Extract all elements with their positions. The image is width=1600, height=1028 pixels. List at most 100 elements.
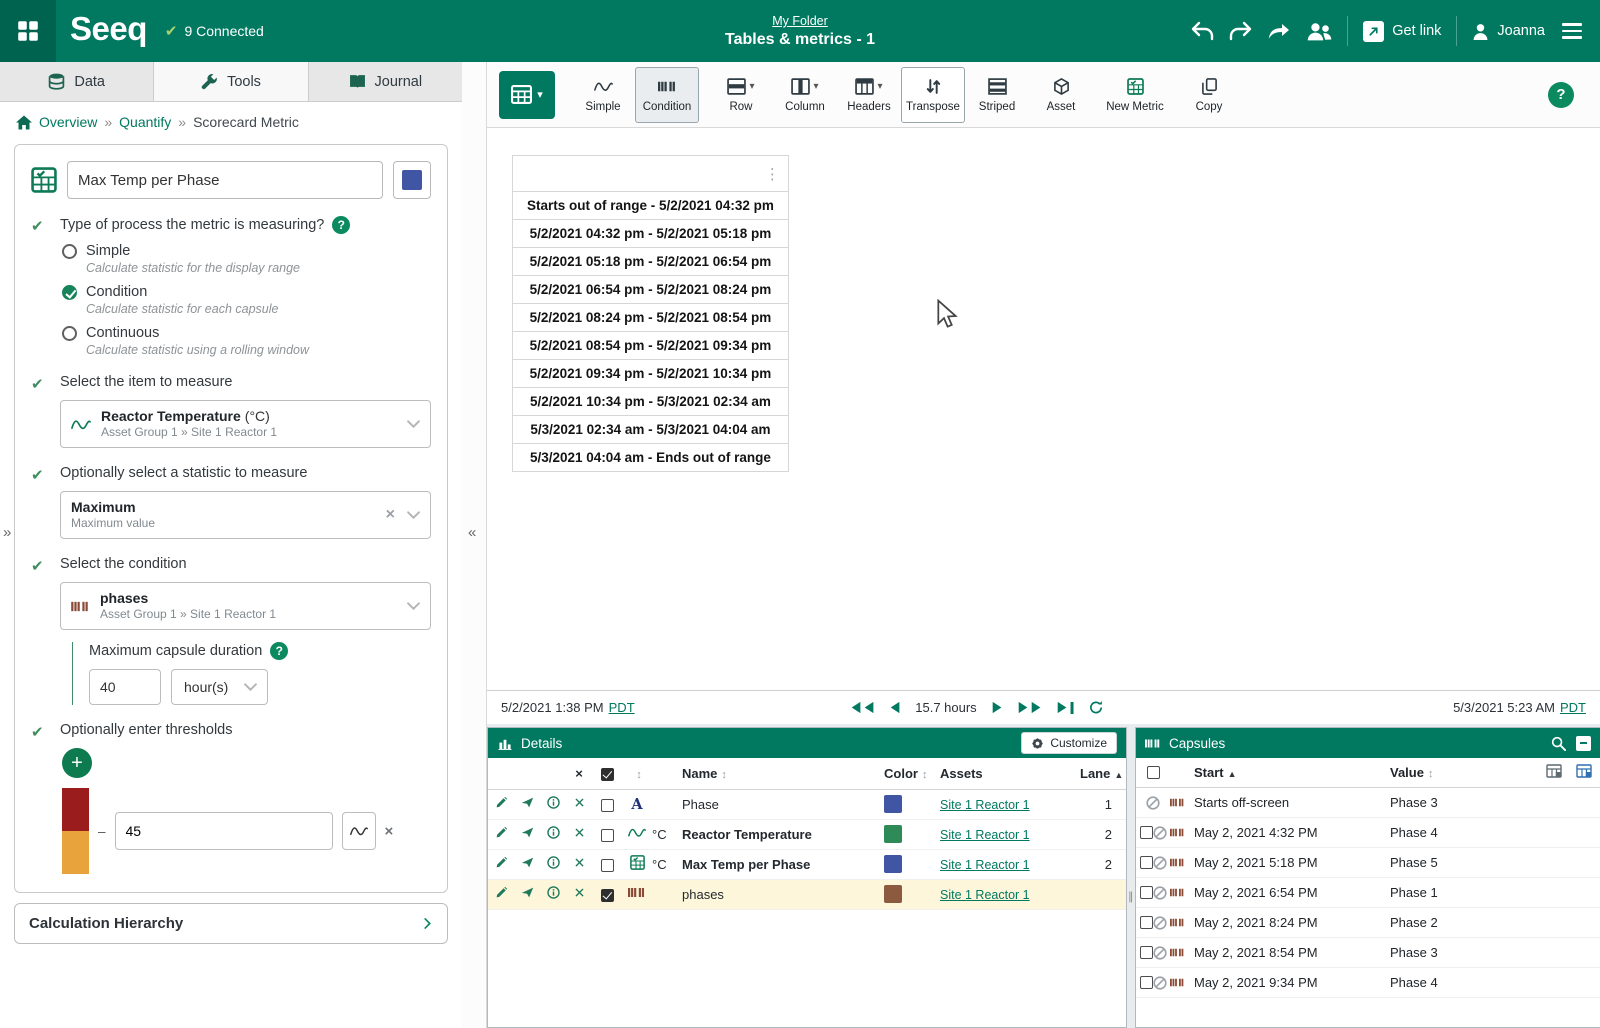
remove-icon[interactable] — [573, 796, 586, 809]
radio-condition[interactable]: Condition — [62, 284, 431, 300]
details-row[interactable]: °C Max Temp per Phase Site 1 Reactor 1 2 — [488, 849, 1126, 879]
duration-unit-select[interactable]: hour(s) — [171, 669, 268, 705]
help-icon[interactable]: ? — [1548, 82, 1574, 108]
help-icon[interactable]: ? — [270, 642, 288, 660]
capsule-row[interactable]: May 2, 2021 8:24 PM Phase 2 — [1136, 908, 1600, 938]
zoom-capsules-icon[interactable] — [1551, 736, 1566, 751]
pin-icon[interactable] — [521, 886, 534, 899]
capsule-time-row[interactable]: 5/2/2021 06:54 pm - 5/2/2021 08:24 pm — [513, 276, 789, 304]
remove-icon[interactable] — [573, 826, 586, 839]
capsule-checkbox[interactable] — [1140, 826, 1153, 839]
capsule-time-row[interactable]: 5/2/2021 09:34 pm - 5/2/2021 10:34 pm — [513, 360, 789, 388]
capsule-checkbox[interactable] — [1140, 856, 1153, 869]
select-all-capsules-checkbox[interactable] — [1147, 766, 1160, 779]
capsule-row[interactable]: Starts off-screen Phase 3 — [1136, 788, 1600, 818]
capsule-row[interactable]: May 2, 2021 8:54 PM Phase 3 — [1136, 938, 1600, 968]
condition-select[interactable]: phases Asset Group 1 » Site 1 Reactor 1 — [60, 582, 431, 630]
toolbar-asset-button[interactable]: Asset — [1029, 67, 1093, 123]
asset-link[interactable]: Site 1 Reactor 1 — [940, 858, 1030, 872]
worksheet-title[interactable]: Tables & metrics - 1 — [725, 31, 875, 49]
toolbar-new-metric-button[interactable]: New Metric — [1103, 67, 1167, 123]
name-column-header[interactable]: Name↕ — [682, 758, 884, 789]
undo-button[interactable] — [1191, 21, 1214, 41]
sidebar-splitter[interactable] — [462, 62, 487, 1028]
capsule-time-row[interactable]: 5/2/2021 08:54 pm - 5/2/2021 09:34 pm — [513, 332, 789, 360]
lane-column-header[interactable]: Lane▲ — [1080, 758, 1126, 789]
item-name[interactable]: Reactor Temperature — [682, 819, 884, 849]
remove-icon[interactable] — [573, 886, 586, 899]
table-menu-icon[interactable]: ⋮ — [765, 166, 780, 183]
add-stat-column-icon[interactable] — [1576, 764, 1592, 778]
capsule-time-row[interactable]: Starts out of range - 5/2/2021 04:32 pm — [513, 192, 789, 220]
step-to-end-button[interactable] — [1057, 701, 1074, 714]
metric-name-input[interactable] — [67, 161, 383, 199]
my-folder-link[interactable]: My Folder — [772, 14, 828, 28]
threshold-signal-button[interactable] — [342, 812, 376, 850]
item-name[interactable]: Max Temp per Phase — [682, 849, 884, 879]
edit-icon[interactable] — [495, 886, 508, 899]
start-column-header[interactable]: Start▲ — [1194, 765, 1390, 780]
seeq-logo[interactable]: Seeq — [56, 10, 165, 52]
help-icon[interactable]: ? — [332, 216, 350, 234]
user-menu[interactable]: Joanna — [1472, 23, 1545, 40]
threshold-value-input[interactable] — [115, 812, 333, 850]
fast-rewind-button[interactable] — [850, 701, 874, 714]
display-range-duration[interactable]: 15.7 hours — [915, 700, 976, 715]
toolbar-row-button[interactable]: ▾ Row — [709, 67, 773, 123]
refresh-button[interactable] — [1088, 700, 1103, 715]
threshold-color-low[interactable] — [62, 831, 89, 874]
asset-link[interactable]: Site 1 Reactor 1 — [940, 828, 1030, 842]
edit-icon[interactable] — [495, 826, 508, 839]
color-swatch[interactable] — [884, 825, 902, 843]
info-icon[interactable] — [547, 796, 560, 809]
get-link-button[interactable]: Get link — [1363, 21, 1441, 42]
info-icon[interactable] — [547, 856, 560, 869]
collapse-sidebar-handle[interactable]: « — [468, 524, 476, 541]
capsule-row[interactable]: May 2, 2021 5:18 PM Phase 5 — [1136, 848, 1600, 878]
toolbar-condition-button[interactable]: Condition — [635, 67, 699, 123]
info-icon[interactable] — [547, 826, 560, 839]
breadcrumb-quantify[interactable]: Quantify — [119, 114, 171, 130]
select-all-checkbox[interactable] — [601, 768, 614, 781]
capsule-row[interactable]: May 2, 2021 9:34 PM Phase 4 — [1136, 968, 1600, 998]
toolbar-transpose-button[interactable]: Transpose — [901, 67, 965, 123]
hamburger-menu-button[interactable] — [1560, 19, 1584, 43]
apps-menu-button[interactable] — [0, 0, 56, 62]
duration-value-input[interactable] — [89, 669, 161, 705]
toolbar-striped-button[interactable]: Striped — [965, 67, 1029, 123]
pin-icon[interactable] — [521, 856, 534, 869]
asset-link[interactable]: Site 1 Reactor 1 — [940, 798, 1030, 812]
clear-icon[interactable]: × — [384, 506, 397, 524]
agents-connected-status[interactable]: ✔ 9 Connected — [165, 22, 264, 40]
step-forward-button[interactable] — [992, 701, 1003, 714]
toolbar-simple-button[interactable]: Simple — [571, 67, 635, 123]
toolbar-headers-button[interactable]: ▾ Headers — [837, 67, 901, 123]
tab-journal[interactable]: Journal — [309, 62, 462, 101]
redo-button[interactable] — [1229, 21, 1252, 41]
breadcrumb-overview[interactable]: Overview — [39, 114, 97, 130]
asset-link[interactable]: Site 1 Reactor 1 — [940, 888, 1030, 902]
radio-continuous[interactable]: Continuous — [62, 325, 431, 341]
table-view-button[interactable]: ▾ — [499, 71, 555, 119]
row-checkbox[interactable] — [601, 889, 614, 902]
capsule-checkbox[interactable] — [1140, 886, 1153, 899]
sort-icon[interactable]: ↕ — [636, 769, 642, 781]
step-back-button[interactable] — [889, 701, 900, 714]
toolbar-copy-button[interactable]: Copy — [1177, 67, 1241, 123]
color-swatch[interactable] — [884, 885, 902, 903]
capsule-row[interactable]: May 2, 2021 6:54 PM Phase 1 — [1136, 878, 1600, 908]
color-swatch[interactable] — [884, 795, 902, 813]
capsule-time-row[interactable]: 5/3/2021 02:34 am - 5/3/2021 04:04 am — [513, 416, 789, 444]
timezone-link[interactable]: PDT — [609, 700, 635, 715]
customize-button[interactable]: Customize — [1021, 732, 1117, 754]
remove-icon[interactable] — [573, 856, 586, 869]
radio-simple[interactable]: Simple — [62, 243, 431, 259]
capsule-checkbox[interactable] — [1140, 946, 1153, 959]
row-checkbox[interactable] — [601, 859, 614, 872]
range-start[interactable]: 5/2/2021 1:38 PM — [501, 700, 604, 715]
home-icon[interactable] — [16, 115, 32, 130]
edit-icon[interactable] — [495, 856, 508, 869]
item-select[interactable]: Reactor Temperature(°C) Asset Group 1 » … — [60, 400, 431, 448]
add-threshold-button[interactable]: + — [62, 748, 92, 778]
remove-threshold-icon[interactable]: × — [385, 823, 394, 840]
